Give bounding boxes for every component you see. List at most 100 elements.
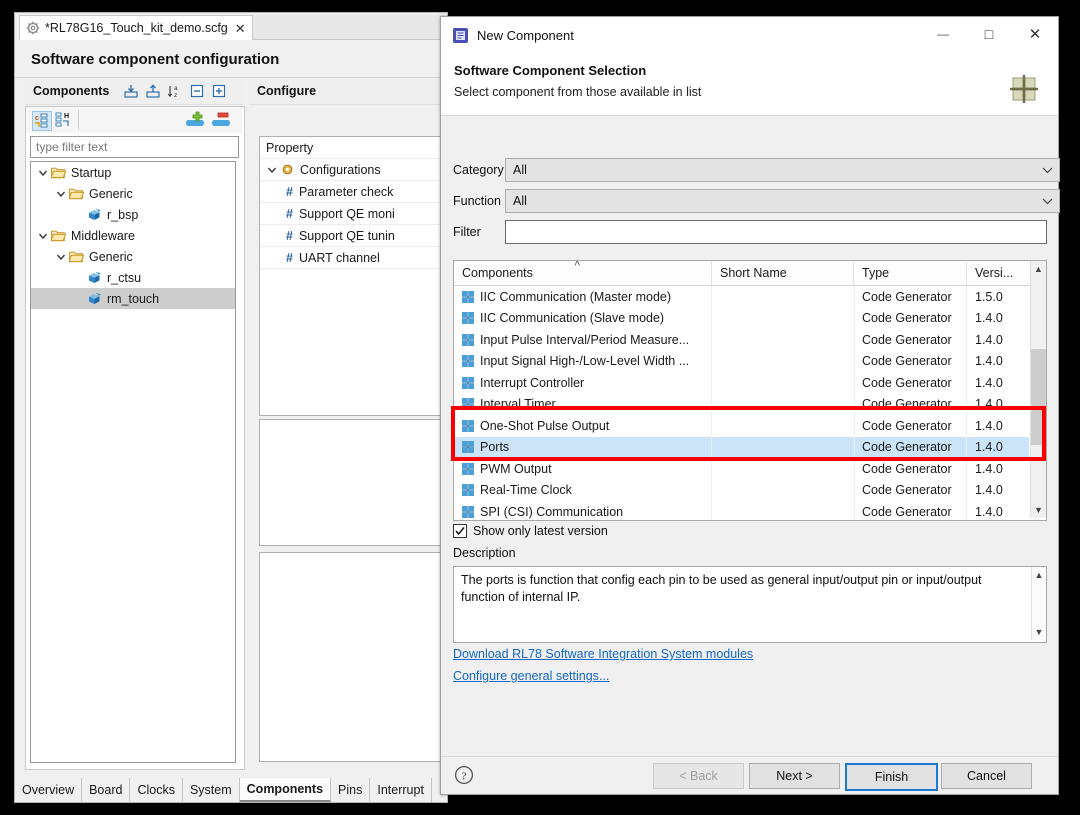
table-row[interactable]: SPI (CSI) Communication Code Generator 1.4… <box>454 501 1029 520</box>
cell-short-name <box>712 350 855 372</box>
add-component-icon[interactable] <box>186 111 204 129</box>
close-icon: ✕ <box>1028 26 1042 43</box>
component-table[interactable]: Components ˄ Short Name Type Versi... II… <box>453 260 1047 521</box>
close-button[interactable]: ✕ <box>1012 17 1058 51</box>
table-row[interactable]: Real-Time Clock Code Generator 1.4.0 <box>454 479 1029 501</box>
function-label-row: Function <box>453 189 501 213</box>
cell-component-name: One-Shot Pulse Output <box>454 415 712 437</box>
cell-short-name <box>712 286 855 308</box>
scroll-down-icon[interactable]: ▼ <box>1032 624 1046 640</box>
bottom-tab-pins[interactable]: Pins <box>331 778 371 802</box>
component-table-scrollbar[interactable]: ▲ ▼ <box>1030 261 1046 518</box>
cell-short-name <box>712 458 855 480</box>
table-row[interactable]: Interrupt Controller Code Generator 1.4.0 <box>454 372 1029 394</box>
bottom-tab-system[interactable]: System <box>182 778 240 802</box>
component-name-label: Interval Timer <box>480 397 556 412</box>
property-row-uart-channel[interactable]: # UART channel <box>260 247 447 269</box>
bottom-tab-components[interactable]: Components <box>239 778 332 802</box>
chevron-down-icon[interactable] <box>37 167 49 179</box>
component-table-body[interactable]: IIC Communication (Master mode) Code Gene… <box>454 286 1029 520</box>
table-row[interactable]: Ports Code Generator 1.4.0 <box>454 436 1029 458</box>
tree-item-generic[interactable]: Generic <box>31 246 235 267</box>
scroll-down-icon[interactable]: ▼ <box>1031 502 1046 518</box>
show-latest-version-row[interactable]: Show only latest version <box>453 524 608 538</box>
component-name-label: IIC Communication (Slave mode) <box>480 311 665 326</box>
property-row-configurations[interactable]: Configurations <box>260 159 447 181</box>
components-tree[interactable]: Startup Generic r_bsp Middleware Generic r_ct… <box>30 161 236 763</box>
column-label: Type <box>862 266 890 280</box>
tree-item-rm-touch[interactable]: rm_touch <box>31 288 235 309</box>
download-modules-link[interactable]: Download RL78 Software Integration Syste… <box>453 647 753 661</box>
editor-tab-scfg[interactable]: *RL78G16_Touch_kit_demo.scfg ✕ <box>19 15 253 40</box>
dialog-title-bar[interactable]: New Component — □ ✕ <box>441 17 1058 53</box>
property-row-support-qe-moni[interactable]: # Support QE moni <box>260 203 447 225</box>
expand-all-icon[interactable] <box>211 83 227 99</box>
cancel-button[interactable]: Cancel <box>941 763 1032 789</box>
remove-component-icon[interactable] <box>212 111 230 129</box>
chevron-down-icon[interactable] <box>266 164 278 176</box>
editor-bottom-tabs[interactable]: Overview Board Clocks System Components Pins I… <box>15 778 447 802</box>
table-row[interactable]: IIC Communication (Slave mode) Code Gener… <box>454 307 1029 329</box>
tree-item-startup[interactable]: Startup <box>31 162 235 183</box>
function-select[interactable]: All <box>505 189 1060 213</box>
table-row[interactable]: Input Signal High-/Low-Level Width ... Co… <box>454 350 1029 372</box>
bottom-tab-board[interactable]: Board <box>82 778 131 802</box>
finish-button[interactable]: Finish <box>845 763 938 791</box>
component-icon <box>89 271 101 283</box>
scroll-up-icon[interactable]: ▲ <box>1031 261 1046 277</box>
minimize-button[interactable]: — <box>920 17 966 51</box>
table-row[interactable]: Interval Timer Code Generator 1.4.0 <box>454 393 1029 415</box>
code-generator-icon <box>462 290 474 303</box>
bottom-tab-clocks[interactable]: Clocks <box>130 778 183 802</box>
tree-item-r-ctsu[interactable]: r_ctsu <box>31 267 235 288</box>
description-scrollbar[interactable]: ▲ ▼ <box>1031 567 1046 640</box>
filter-label-row: Filter <box>453 220 481 244</box>
tree-item-generic[interactable]: Generic <box>31 183 235 204</box>
bottom-tab-overview[interactable]: Overview <box>15 778 83 802</box>
close-icon[interactable]: ✕ <box>235 22 246 35</box>
property-table[interactable]: Property Configurations # Parameter check # S… <box>259 136 447 416</box>
page-title-bar: Software component configuration <box>15 41 447 77</box>
category-select[interactable]: All <box>505 158 1060 182</box>
show-h-icon[interactable]: H <box>54 111 72 129</box>
table-row[interactable]: One-Shot Pulse Output Code Generator 1.4.0 <box>454 415 1029 437</box>
sort-az-icon[interactable]: a z <box>167 83 183 99</box>
cell-type: Code Generator <box>854 479 967 501</box>
column-header-type[interactable]: Type <box>854 261 967 285</box>
component-name-label: One-Shot Pulse Output <box>480 418 610 433</box>
show-latest-version-checkbox[interactable] <box>453 524 467 538</box>
svg-text:H: H <box>64 113 69 120</box>
filter-input[interactable] <box>505 220 1047 244</box>
property-row-support-qe-tunin[interactable]: # Support QE tunin <box>260 225 447 247</box>
import-icon[interactable] <box>123 83 139 99</box>
chevron-down-icon[interactable] <box>55 251 67 263</box>
property-row-parameter-check[interactable]: # Parameter check <box>260 181 447 203</box>
table-row[interactable]: Input Pulse Interval/Period Measure... Co… <box>454 329 1029 351</box>
bottom-tab-interrupt[interactable]: Interrupt <box>370 778 432 802</box>
scroll-up-icon[interactable]: ▲ <box>1032 567 1046 583</box>
folder-icon <box>51 167 66 179</box>
help-icon[interactable]: ? <box>454 765 474 785</box>
scrollbar-thumb[interactable] <box>1031 349 1046 445</box>
column-header-components[interactable]: Components ˄ <box>454 261 712 285</box>
chevron-down-icon[interactable] <box>55 188 67 200</box>
next-button[interactable]: Next > <box>749 763 840 789</box>
tree-item-r-bsp[interactable]: r_bsp <box>31 204 235 225</box>
export-icon[interactable] <box>145 83 161 99</box>
maximize-button[interactable]: □ <box>966 17 1012 51</box>
collapse-all-icon[interactable] <box>189 83 205 99</box>
components-filter-placeholder: type filter text <box>36 140 108 154</box>
tree-item-middleware[interactable]: Middleware <box>31 225 235 246</box>
components-filter-input[interactable]: type filter text <box>30 136 239 158</box>
dialog-title: New Component <box>477 27 574 43</box>
configure-general-settings-link[interactable]: Configure general settings... <box>453 669 609 683</box>
show-c-icon[interactable]: c <box>32 111 52 131</box>
cell-type: Code Generator <box>854 307 967 329</box>
chevron-down-icon[interactable] <box>37 230 49 242</box>
column-header-version[interactable]: Versi... <box>967 261 1029 285</box>
table-row[interactable]: PWM Output Code Generator 1.4.0 <box>454 458 1029 480</box>
back-button[interactable]: < Back <box>653 763 744 789</box>
column-header-short-name[interactable]: Short Name <box>712 261 854 285</box>
table-row[interactable]: IIC Communication (Master mode) Code Gene… <box>454 286 1029 308</box>
